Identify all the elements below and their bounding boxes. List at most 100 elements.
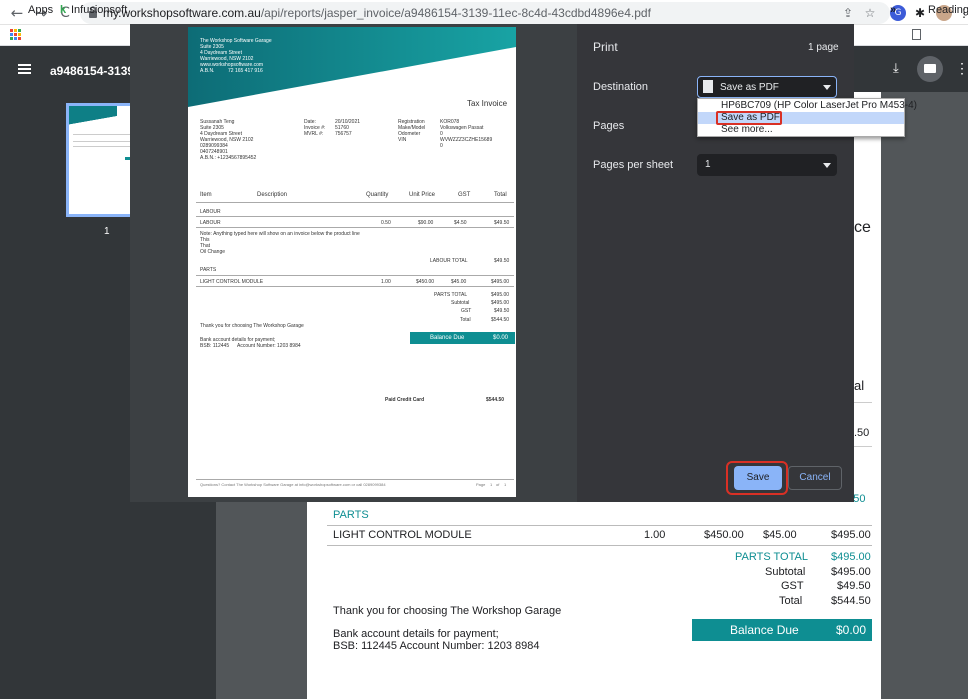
company-abn: 72 165 417 916 [228,68,263,74]
pdf-menu-icon[interactable]: ⋮ [955,60,968,77]
labour-total-value: $49.50 [494,258,510,264]
bg-divider [854,446,872,447]
bg-bank-line1: Bank account details for payment; [333,628,499,640]
note-line: Note: Anything typed here will show on a… [200,231,360,237]
download-icon[interactable]: ⤓ [893,61,899,76]
labour-header: LABOUR [200,209,221,215]
pages-per-sheet-select[interactable]: 1 [697,154,837,176]
bg-balance: $0.00 [836,623,867,637]
paid-label: Paid Credit Card [385,397,425,403]
table-divider [196,275,514,276]
note-line: Oil Change [200,249,226,255]
total-label: Total [460,317,471,323]
bg-title-fragment: ce [854,219,871,236]
vehicle-value: Volkswagen Passat [440,125,484,131]
pdf-file-icon [703,80,713,93]
screen: ← → C my.workshopsoftware.com.au/api/rep… [0,0,968,699]
parts-header: PARTS [200,267,217,273]
star-icon[interactable]: ☆ [862,5,878,21]
bg-val-fragment: .50 [854,427,870,439]
infusionsoft-icon[interactable]: k [60,4,66,16]
bg-gst-label: GST [781,580,804,592]
page-total: 1 [504,482,507,487]
labour-total: $49.50 [494,220,510,226]
bg-part-name: LIGHT CONTROL MODULE [333,529,472,541]
balance-due-value: $0.00 [493,335,509,341]
apps-grid-icon[interactable] [10,29,21,40]
bookmark-reading-list[interactable]: Reading list [928,4,968,16]
tax-invoice-title: Tax Invoice [467,99,508,108]
bg-balance-label: Balance Due [730,623,799,637]
labour-gst: $4.50 [454,220,467,226]
bg-parts-total-label: PARTS TOTAL [735,551,808,563]
labour-item: LABOUR [200,220,221,226]
pages-per-sheet-label: Pages per sheet [593,159,674,171]
page-label: Page [476,482,486,487]
bg-thanks: Thank you for choosing The Workshop Gara… [333,605,562,617]
labour-unit: $90.00 [418,220,434,226]
meta-label: MVRL #: [304,131,324,137]
part-qty: 1.00 [381,279,391,285]
bg-part-qty: 1.00 [644,529,666,541]
bg-divider [327,525,872,526]
chevron-down-icon[interactable] [823,163,831,168]
page-current: 1 [490,482,493,487]
print-preview-page: The Workshop Software Garage Suite 2305 … [188,27,516,497]
col-total: Total [494,192,507,198]
bookmark-apps[interactable]: Apps [28,4,53,16]
col-gst: GST [458,192,471,198]
labour-qty: 0.50 [381,220,391,226]
dropdown-option-see-more[interactable]: See more... [698,124,904,136]
more-bookmarks-icon[interactable]: » [890,4,896,16]
print-icon[interactable] [917,56,943,82]
col-item: Item [200,192,212,198]
puzzle-icon[interactable]: ✱ [912,5,928,21]
vehicle-value: WVWZZZ3CZHE15689 [440,137,493,143]
table-divider [196,227,514,228]
labour-total-label: LABOUR TOTAL [430,258,468,264]
bg-part-unit: $450.00 [704,529,744,541]
paid-value: $544.50 [486,397,505,403]
save-button[interactable]: Save [734,466,782,490]
chevron-down-icon[interactable] [823,85,831,90]
pages-per-sheet-value: 1 [705,159,711,170]
bg-parts-total: $495.00 [831,551,871,563]
back-icon[interactable]: ← [8,4,26,22]
total-value: $544.50 [491,317,510,323]
thumbnail-page-number: 1 [104,226,110,237]
print-title: Print [593,40,618,54]
bg-gst: $49.50 [837,580,871,592]
balance-due-label: Balance Due [430,335,465,341]
vehicle-value: 0 [440,143,443,149]
bank-bsb: BSB: 112445 [200,343,230,349]
hamburger-icon[interactable] [18,64,31,74]
part-unit: $450.00 [416,279,435,285]
url-path: /api/reports/jasper_invoice/a9486154-313… [260,6,651,20]
gst-label: GST [461,308,472,314]
bg-total: $544.50 [831,595,871,607]
table-divider [196,216,514,217]
footer-divider [196,479,514,480]
reading-list-icon[interactable] [912,29,921,40]
bg-total-label: Total [779,595,803,607]
cancel-button[interactable]: Cancel [788,466,842,490]
parts-total-label: PARTS TOTAL [434,292,468,298]
col-unit-price: Unit Price [409,192,436,198]
bg-subtotal: $495.00 [831,566,871,578]
col-quantity: Quantity [366,192,389,198]
subtotal-label: Subtotal [451,300,470,306]
part-item: LIGHT CONTROL MODULE [200,279,264,285]
share-icon[interactable]: ⇪ [840,5,856,21]
url-text[interactable]: my.workshopsoftware.com.au/api/reports/j… [103,6,651,20]
bg-subtotal-label: Subtotal [765,566,806,578]
bank-account: Account Number: 1203 8984 [237,343,301,349]
page-of: of [496,482,500,487]
gst-value: $49.50 [494,308,510,314]
bg-part-total: $495.00 [831,529,871,541]
bg-part-gst: $45.00 [763,529,797,541]
destination-select[interactable]: Save as PDF [697,76,837,98]
bg-divider [327,545,872,546]
bookmark-infusionsoft[interactable]: Infusionsoft [71,4,127,16]
customer-line: A.B.N.: +1234567895452 [200,155,257,161]
bg-parts-header: PARTS [333,509,369,521]
